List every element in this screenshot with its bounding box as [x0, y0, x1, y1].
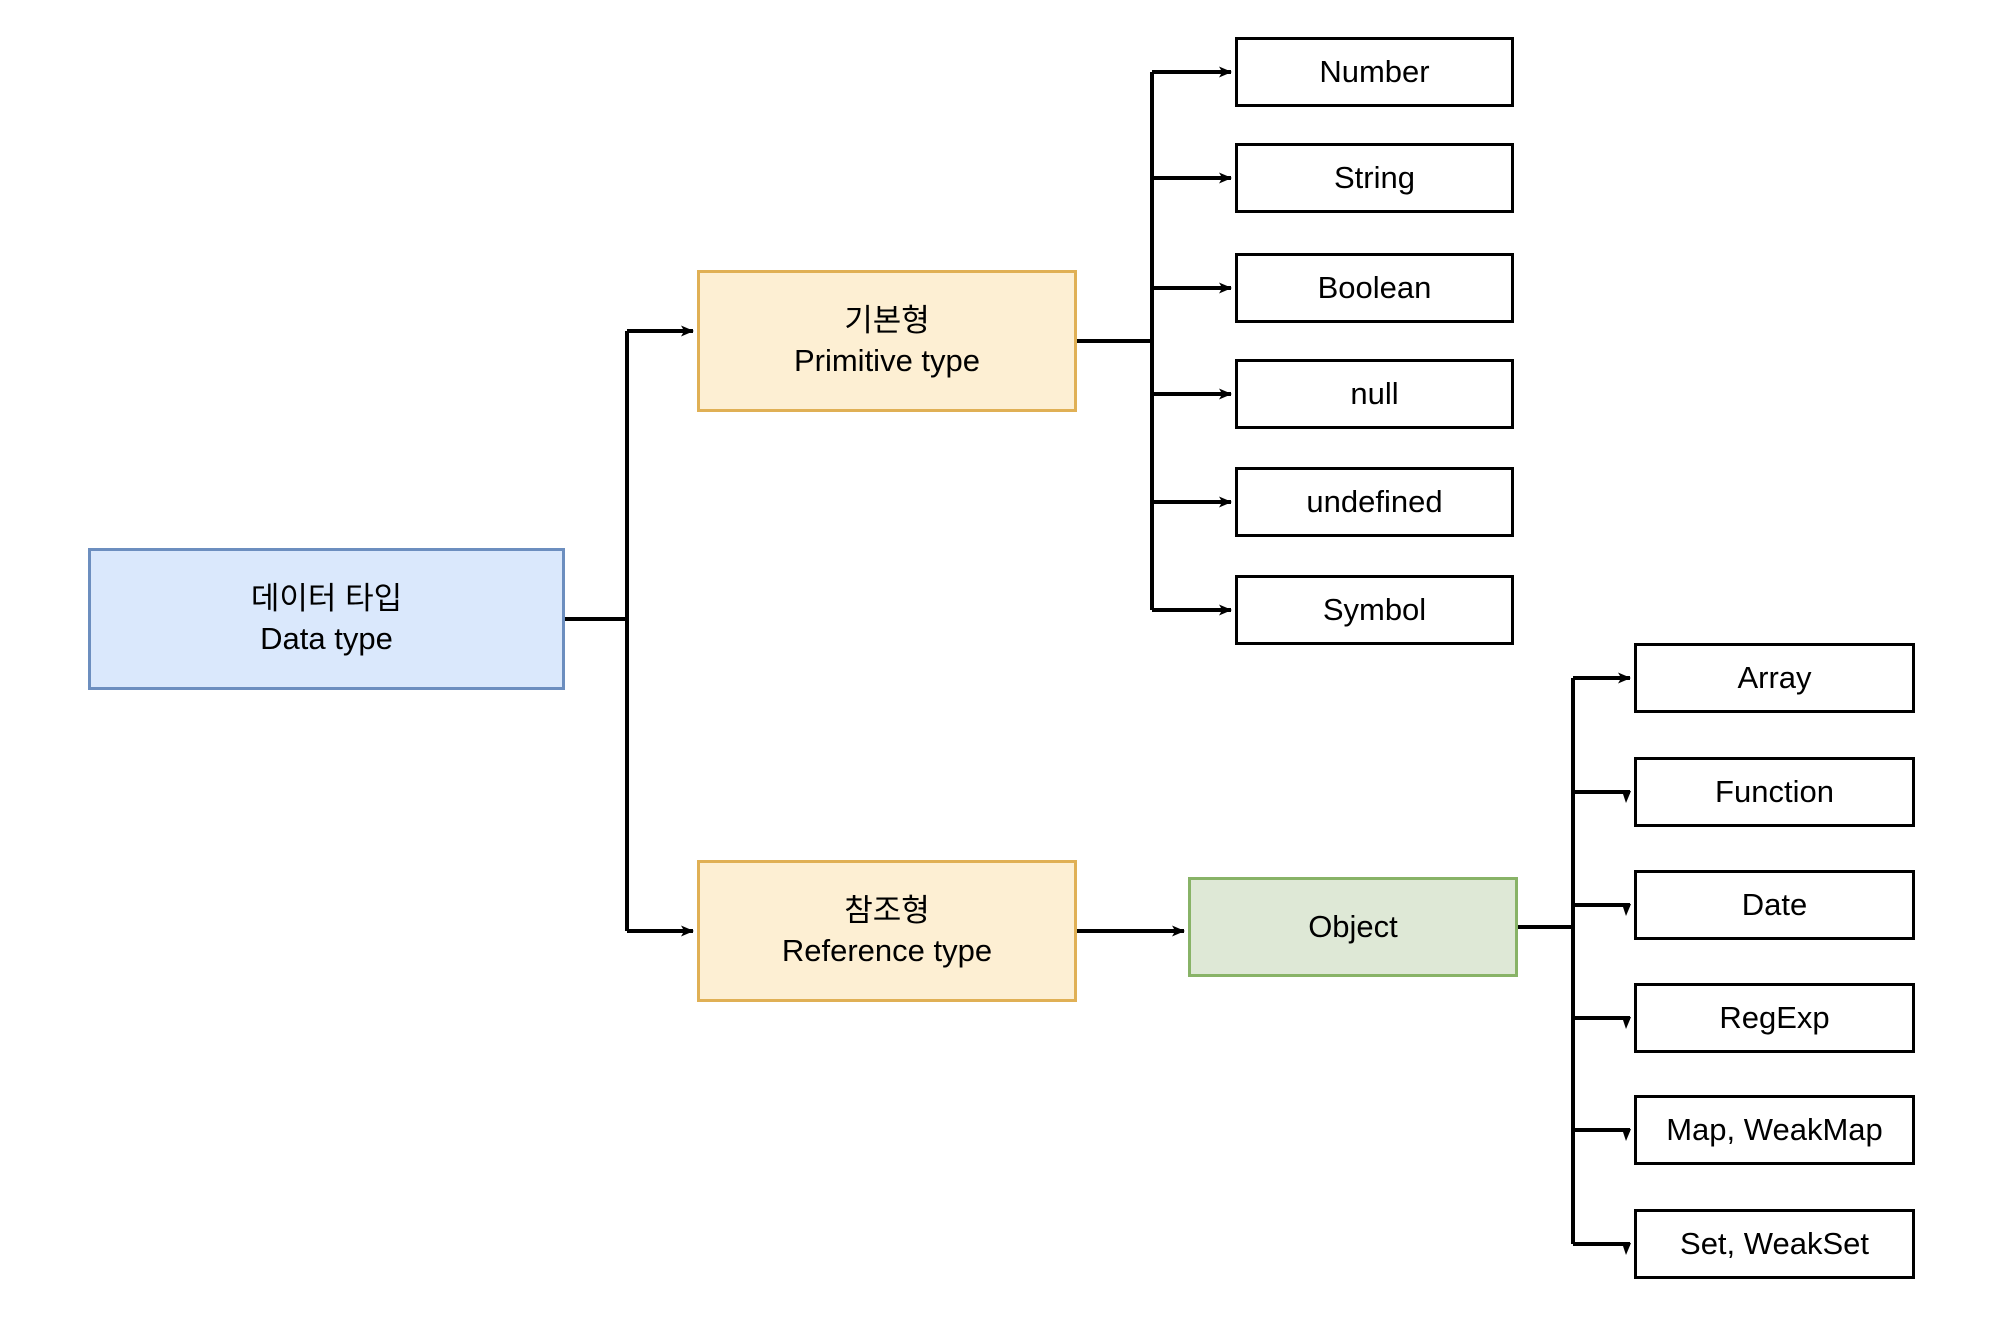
node-date[interactable]: Date — [1634, 870, 1915, 940]
node-function[interactable]: Function — [1634, 757, 1915, 827]
node-null[interactable]: null — [1235, 359, 1514, 429]
connector-primitive-fan — [1077, 66, 1232, 616]
connector-object-fan — [1518, 672, 1631, 1255]
connector-root-split — [565, 325, 694, 937]
diagram-canvas: 데이터 타입 Data type 기본형 Primitive type 참조형 … — [0, 0, 2000, 1334]
node-regexp[interactable]: RegExp — [1634, 983, 1915, 1053]
node-primitive-type[interactable]: 기본형 Primitive type — [697, 270, 1077, 412]
node-set-weakset[interactable]: Set, WeakSet — [1634, 1209, 1915, 1279]
node-boolean[interactable]: Boolean — [1235, 253, 1514, 323]
node-undefined[interactable]: undefined — [1235, 467, 1514, 537]
node-string[interactable]: String — [1235, 143, 1514, 213]
node-array[interactable]: Array — [1634, 643, 1915, 713]
node-number[interactable]: Number — [1235, 37, 1514, 107]
node-reference-type[interactable]: 참조형 Reference type — [697, 860, 1077, 1002]
node-map-weakmap[interactable]: Map, WeakMap — [1634, 1095, 1915, 1165]
node-symbol[interactable]: Symbol — [1235, 575, 1514, 645]
node-object[interactable]: Object — [1188, 877, 1518, 977]
node-data-type[interactable]: 데이터 타입 Data type — [88, 548, 565, 690]
